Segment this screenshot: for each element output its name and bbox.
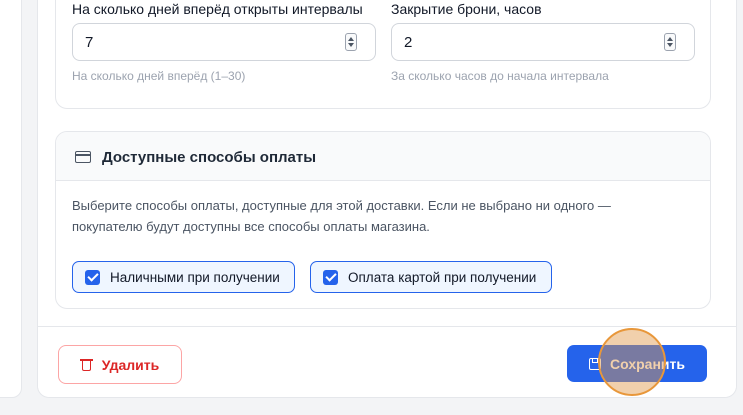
save-button-label: Сохранить xyxy=(610,355,685,372)
save-button[interactable]: Сохранить xyxy=(567,345,707,382)
days-ahead-label: На сколько дней вперёд открыты интервалы xyxy=(72,1,363,17)
credit-card-icon xyxy=(75,151,91,163)
cash-checkbox[interactable] xyxy=(85,269,100,285)
payment-option-card[interactable]: Оплата картой при получении xyxy=(310,261,552,293)
delete-button-label: Удалить xyxy=(101,356,160,373)
delivery-settings-panel: На сколько дней вперёд открыты интервалы… xyxy=(37,0,737,398)
card-checkbox[interactable] xyxy=(323,269,338,285)
trash-icon xyxy=(79,358,93,371)
payment-methods-title: Доступные способы оплаты xyxy=(102,149,317,166)
payment-methods-card: Доступные способы оплаты Выберите способ… xyxy=(55,131,711,309)
booking-close-label: Закрытие брони, часов xyxy=(391,1,542,17)
floppy-disk-icon xyxy=(589,357,602,370)
delete-button[interactable]: Удалить xyxy=(58,345,182,384)
left-panel xyxy=(0,0,22,398)
payment-option-label: Наличными при получении xyxy=(110,269,280,285)
settings-scroll-area[interactable]: На сколько дней вперёд открыты интервалы… xyxy=(38,0,736,326)
booking-close-stepper[interactable] xyxy=(664,33,676,51)
days-ahead-hint: На сколько дней вперёд (1–30) xyxy=(72,69,246,83)
booking-close-hint: За сколько часов до начала интервала xyxy=(391,69,609,83)
form-footer: Удалить Сохранить xyxy=(38,326,736,397)
interval-settings-card: На сколько дней вперёд открыты интервалы… xyxy=(55,0,711,109)
payment-methods-header: Доступные способы оплаты xyxy=(56,132,710,181)
days-ahead-input[interactable] xyxy=(72,23,376,61)
payment-methods-description: Выберите способы оплаты, доступные для э… xyxy=(72,198,611,234)
booking-close-input[interactable] xyxy=(391,23,695,61)
payment-option-label: Оплата картой при получении xyxy=(348,269,537,285)
days-ahead-stepper[interactable] xyxy=(345,33,357,51)
payment-option-cash[interactable]: Наличными при получении xyxy=(72,261,295,293)
